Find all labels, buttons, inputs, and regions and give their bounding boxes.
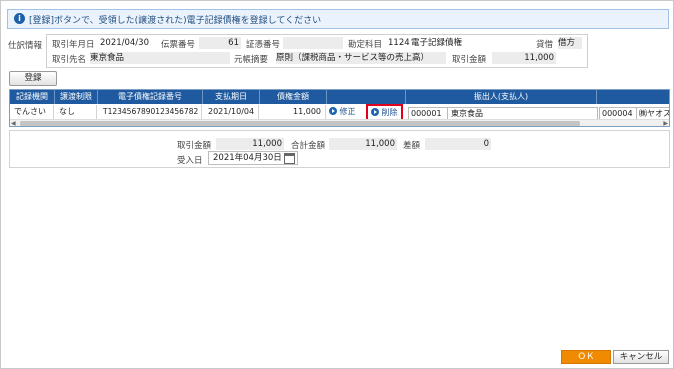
info-message: [登録]ボタンで、受領した(譲渡された)電子記録債権を登録してください xyxy=(29,16,322,26)
partner-label: 取引先名 xyxy=(52,55,87,65)
cell-restriction: なし xyxy=(55,105,97,119)
cancel-button[interactable]: キャンセル xyxy=(613,350,669,364)
edit-button[interactable]: 修正 xyxy=(329,105,356,119)
side-value: 借方 xyxy=(558,37,582,49)
scroll-thumb[interactable] xyxy=(20,121,580,126)
account-name: 電子記録債権 xyxy=(411,37,529,49)
header-record-no: 電子債権記録番号 xyxy=(98,90,203,104)
cell-agency: でんさい xyxy=(10,105,54,119)
scroll-left-icon[interactable]: ◀ xyxy=(11,120,16,126)
header-amount: 債権金額 xyxy=(260,90,327,104)
ok-button[interactable]: ＯＫ xyxy=(561,350,611,364)
header-extra xyxy=(597,90,669,104)
amount-value: 11,000 xyxy=(492,52,556,64)
play-icon xyxy=(329,107,337,115)
date-label: 取引年月日 xyxy=(52,40,95,50)
register-button[interactable]: 登録 xyxy=(9,71,57,86)
info-icon: i xyxy=(14,13,25,24)
header-restriction: 譲渡制限 xyxy=(55,90,98,104)
horizontal-scrollbar[interactable]: ◀ ▶ xyxy=(10,119,669,126)
account-code: 1124 xyxy=(388,38,410,48)
dialog-window: i [登録]ボタンで、受領した(譲渡された)電子記録債権を登録してください 仕訳… xyxy=(0,0,674,369)
delete-label: 削除 xyxy=(381,108,398,117)
amount-label: 取引金額 xyxy=(452,55,487,65)
header-actions xyxy=(327,90,406,104)
edit-label: 修正 xyxy=(339,107,356,116)
slip-label: 伝票番号 xyxy=(161,40,196,50)
summary-value: 原則（課税商品・サービス等の売上高） xyxy=(276,52,446,64)
play-icon xyxy=(371,108,379,116)
info-message-bar: i [登録]ボタンで、受領した(譲渡された)電子記録債権を登録してください xyxy=(7,9,669,29)
partner-value: 東京食品 xyxy=(90,52,230,64)
difference-value: 0 xyxy=(425,138,491,150)
header-due-date: 支払期日 xyxy=(203,90,260,104)
cell-due-date: 2021/10/04 xyxy=(203,105,259,119)
cell-record-no: T1234567890123456782 xyxy=(98,105,202,119)
side-label: 貸借 xyxy=(536,40,554,50)
calendar-icon[interactable] xyxy=(284,153,295,164)
received-date-label: 受入日 xyxy=(177,156,203,166)
difference-label: 差額 xyxy=(403,141,421,151)
trade-amount-value: 11,000 xyxy=(216,138,284,150)
header-drawer: 振出人(支払人) xyxy=(406,90,597,104)
bond-grid: 記録機関 譲渡制限 電子債権記録番号 支払期日 債権金額 振出人(支払人) でん… xyxy=(9,89,670,127)
date-value: 2021/04/30 xyxy=(100,38,149,48)
slip-value: 61 xyxy=(199,37,241,49)
scroll-right-icon[interactable]: ▶ xyxy=(663,120,668,126)
voucher-value xyxy=(283,37,343,49)
total-amount-value: 11,000 xyxy=(329,138,397,150)
received-date-value: 2021年04月30日 xyxy=(213,153,282,163)
total-amount-label: 合計金額 xyxy=(291,141,326,151)
summary-label: 元帳摘要 xyxy=(234,55,269,65)
cell-amount: 11,000 xyxy=(260,105,326,119)
trade-amount-label: 取引金額 xyxy=(177,141,212,151)
journal-section-label: 仕訳情報 xyxy=(8,41,43,51)
voucher-label: 証憑番号 xyxy=(246,40,281,50)
header-agency: 記録機関 xyxy=(10,90,55,104)
account-label: 勘定科目 xyxy=(348,40,383,50)
received-date-field[interactable]: 2021年04月30日 xyxy=(208,151,298,165)
